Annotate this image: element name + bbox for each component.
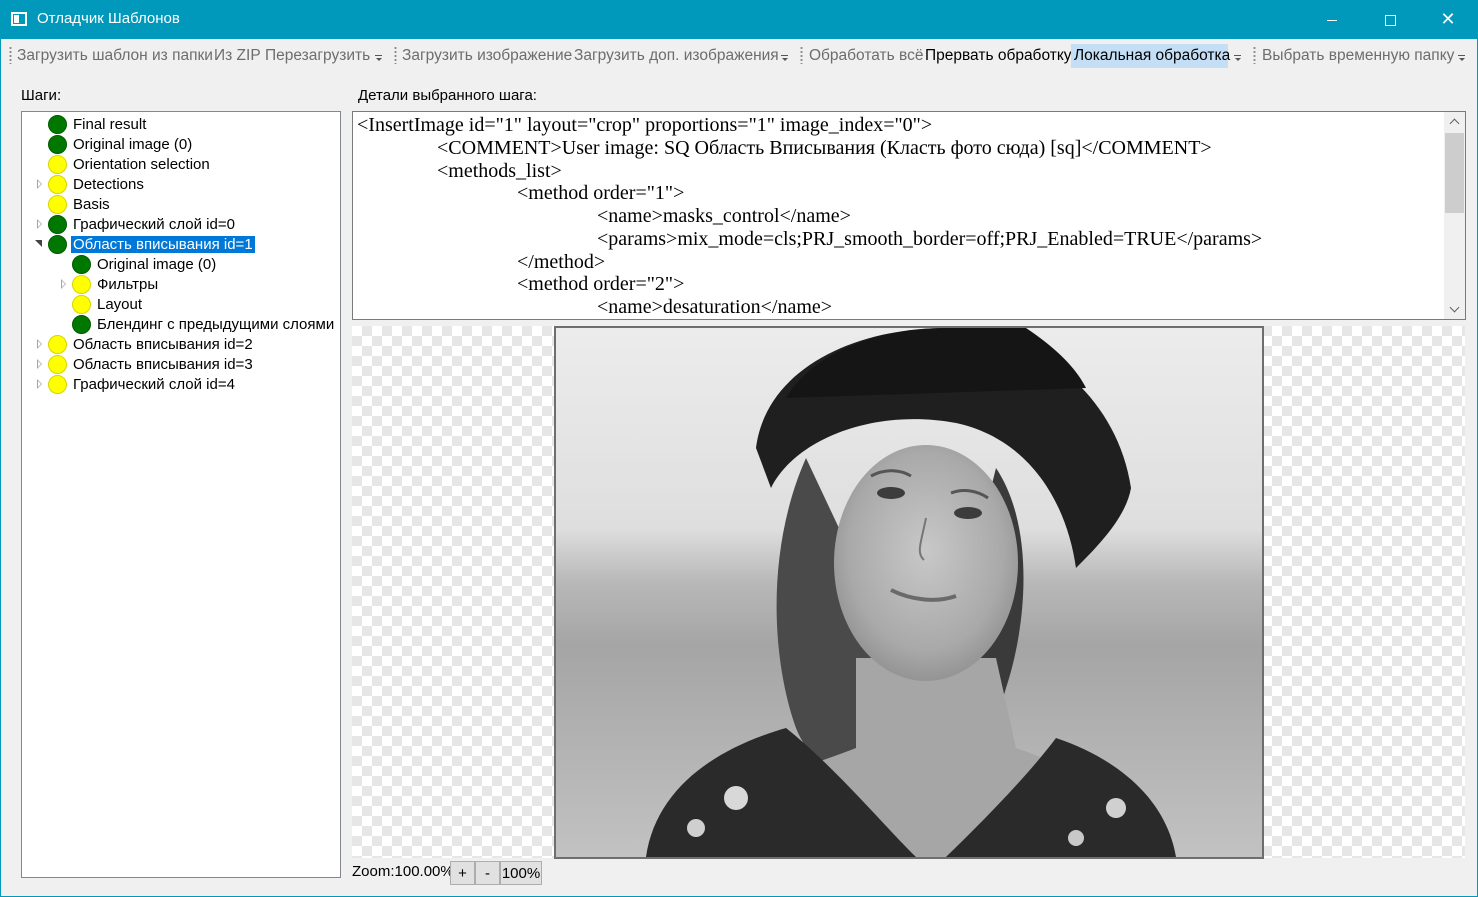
status-yellow-icon <box>48 334 67 354</box>
tree-item-layout[interactable]: Layout <box>58 294 144 314</box>
status-green-icon <box>48 214 67 234</box>
status-yellow-icon <box>48 374 67 394</box>
tree-item-filters[interactable]: Фильтры <box>58 274 160 294</box>
tree-item-fit-area-2[interactable]: Область вписывания id=2 <box>34 334 255 354</box>
load-extra-images-button[interactable]: Загрузить доп. изображения <box>571 44 782 68</box>
expand-arrow-icon[interactable] <box>58 274 70 294</box>
tree-item-fit-area-3[interactable]: Область вписывания id=3 <box>34 354 255 374</box>
toolbar-overflow-icon-2[interactable] <box>781 55 789 63</box>
chevron-down-icon <box>1449 302 1460 313</box>
status-green-icon <box>72 254 91 274</box>
from-zip-button[interactable]: Из ZIP <box>211 44 264 68</box>
status-yellow-icon <box>48 194 67 214</box>
expand-arrow-icon[interactable] <box>34 334 46 354</box>
code-line: <COMMENT>User image: SQ Область Вписыван… <box>437 137 1212 159</box>
zoom-in-button[interactable]: + <box>450 861 475 885</box>
toolbar-overflow-icon-3[interactable] <box>1234 55 1242 63</box>
status-green-icon <box>72 314 91 334</box>
details-scrollbar[interactable] <box>1444 112 1465 319</box>
process-all-button[interactable]: Обработать всё <box>806 44 926 68</box>
zoom-out-button[interactable]: - <box>475 861 500 885</box>
details-textbox[interactable]: <InsertImage id="1" layout="crop" propor… <box>352 111 1466 320</box>
zoom-label: Zoom:100.00% <box>352 863 454 880</box>
title-bar[interactable]: Отладчик Шаблонов ✕ <box>1 1 1477 39</box>
details-label: Детали выбранного шага: <box>358 87 537 104</box>
code-line: <params>mix_mode=cls;PRJ_smooth_border=o… <box>597 228 1263 250</box>
reload-button[interactable]: Перезагрузить <box>262 44 373 68</box>
code-line: <InsertImage id="1" layout="crop" propor… <box>357 114 933 136</box>
status-green-icon <box>48 134 67 154</box>
close-button[interactable]: ✕ <box>1419 1 1477 39</box>
tree-item-graphic-layer-0[interactable]: Графический слой id=0 <box>34 214 237 234</box>
scroll-down-button[interactable] <box>1444 300 1465 319</box>
code-line: <name>masks_control</name> <box>597 205 851 227</box>
preview-image <box>554 326 1264 859</box>
code-line: </method> <box>517 251 606 273</box>
status-yellow-icon <box>48 174 67 194</box>
app-window: Отладчик Шаблонов ✕ Загрузить шаблон из … <box>0 0 1478 897</box>
load-image-button[interactable]: Загрузить изображение <box>399 44 575 68</box>
collapse-arrow-icon[interactable] <box>34 234 46 254</box>
tree-item-original-image-child[interactable]: Original image (0) <box>58 254 218 274</box>
load-template-folder-button[interactable]: Загрузить шаблон из папки <box>14 44 216 68</box>
close-icon: ✕ <box>1440 9 1456 30</box>
tree-item-detections[interactable]: Detections <box>34 174 146 194</box>
status-yellow-icon <box>48 354 67 374</box>
toolbar: Загрузить шаблон из папки Из ZIP Перезаг… <box>1 39 1477 73</box>
tree-item-blending[interactable]: Блендинг с предыдущими слоями <box>58 314 336 334</box>
abort-processing-button[interactable]: Прервать обработку <box>922 44 1075 68</box>
toolbar-grip-2[interactable] <box>394 46 397 64</box>
scroll-thumb[interactable] <box>1445 133 1464 213</box>
maximize-button[interactable] <box>1361 1 1419 39</box>
toolbar-grip-4[interactable] <box>1253 46 1256 64</box>
toolbar-overflow-icon-4[interactable] <box>1458 55 1466 63</box>
expand-arrow-icon[interactable] <box>34 214 46 234</box>
tree-item-graphic-layer-4[interactable]: Графический слой id=4 <box>34 374 237 394</box>
zoom-reset-button[interactable]: 100% <box>500 861 542 885</box>
toolbar-grip-3[interactable] <box>800 46 803 64</box>
toolbar-overflow-icon-1[interactable] <box>375 55 383 63</box>
minimize-button[interactable] <box>1303 1 1361 39</box>
tree-item-basis[interactable]: Basis <box>34 194 112 214</box>
code-line: <methods_list> <box>437 160 562 182</box>
status-yellow-icon <box>72 274 91 294</box>
scroll-up-button[interactable] <box>1444 112 1465 131</box>
code-line: <name>desaturation</name> <box>597 296 833 318</box>
expand-arrow-icon[interactable] <box>34 354 46 374</box>
window-title: Отладчик Шаблонов <box>37 10 180 27</box>
local-processing-toggle[interactable]: Локальная обработка <box>1071 44 1230 68</box>
expand-arrow-icon[interactable] <box>34 374 46 394</box>
expand-arrow-icon[interactable] <box>34 174 46 194</box>
steps-tree[interactable]: Final result Original image (0) Orientat… <box>21 111 341 878</box>
tree-item-fit-area-1[interactable]: Область вписывания id=1 <box>34 234 255 254</box>
status-green-icon <box>48 234 67 254</box>
select-temp-folder-button[interactable]: Выбрать временную папку <box>1259 44 1457 68</box>
maximize-icon <box>1384 14 1396 26</box>
tree-item-final-result[interactable]: Final result <box>34 114 148 134</box>
status-yellow-icon <box>72 294 91 314</box>
code-line: <method order="2"> <box>517 273 685 295</box>
status-green-icon <box>48 114 67 134</box>
code-line: <method order="1"> <box>517 182 685 204</box>
tree-item-original-image[interactable]: Original image (0) <box>34 134 194 154</box>
chevron-up-icon <box>1449 118 1460 129</box>
toolbar-grip-1[interactable] <box>9 46 12 64</box>
minimize-icon <box>1327 19 1337 21</box>
app-window-icon <box>11 12 27 26</box>
portrait-photo <box>556 328 1262 857</box>
status-yellow-icon <box>48 154 67 174</box>
steps-label: Шаги: <box>21 87 62 104</box>
tree-item-orientation-selection[interactable]: Orientation selection <box>34 154 212 174</box>
